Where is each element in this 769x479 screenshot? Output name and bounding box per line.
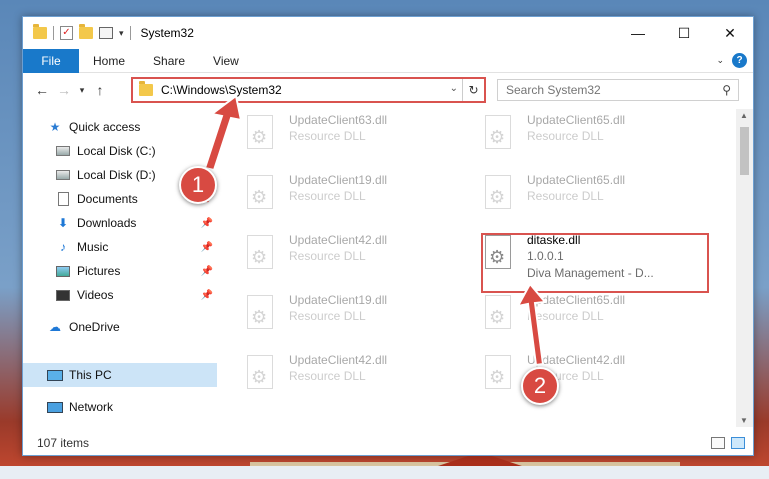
annotation-arrows — [203, 94, 547, 367]
arrow-to-address-bar — [203, 94, 243, 172]
step-1-callout: 1 — [179, 166, 217, 204]
arrow-to-file — [516, 282, 547, 367]
step-2-callout: 2 — [521, 367, 559, 405]
